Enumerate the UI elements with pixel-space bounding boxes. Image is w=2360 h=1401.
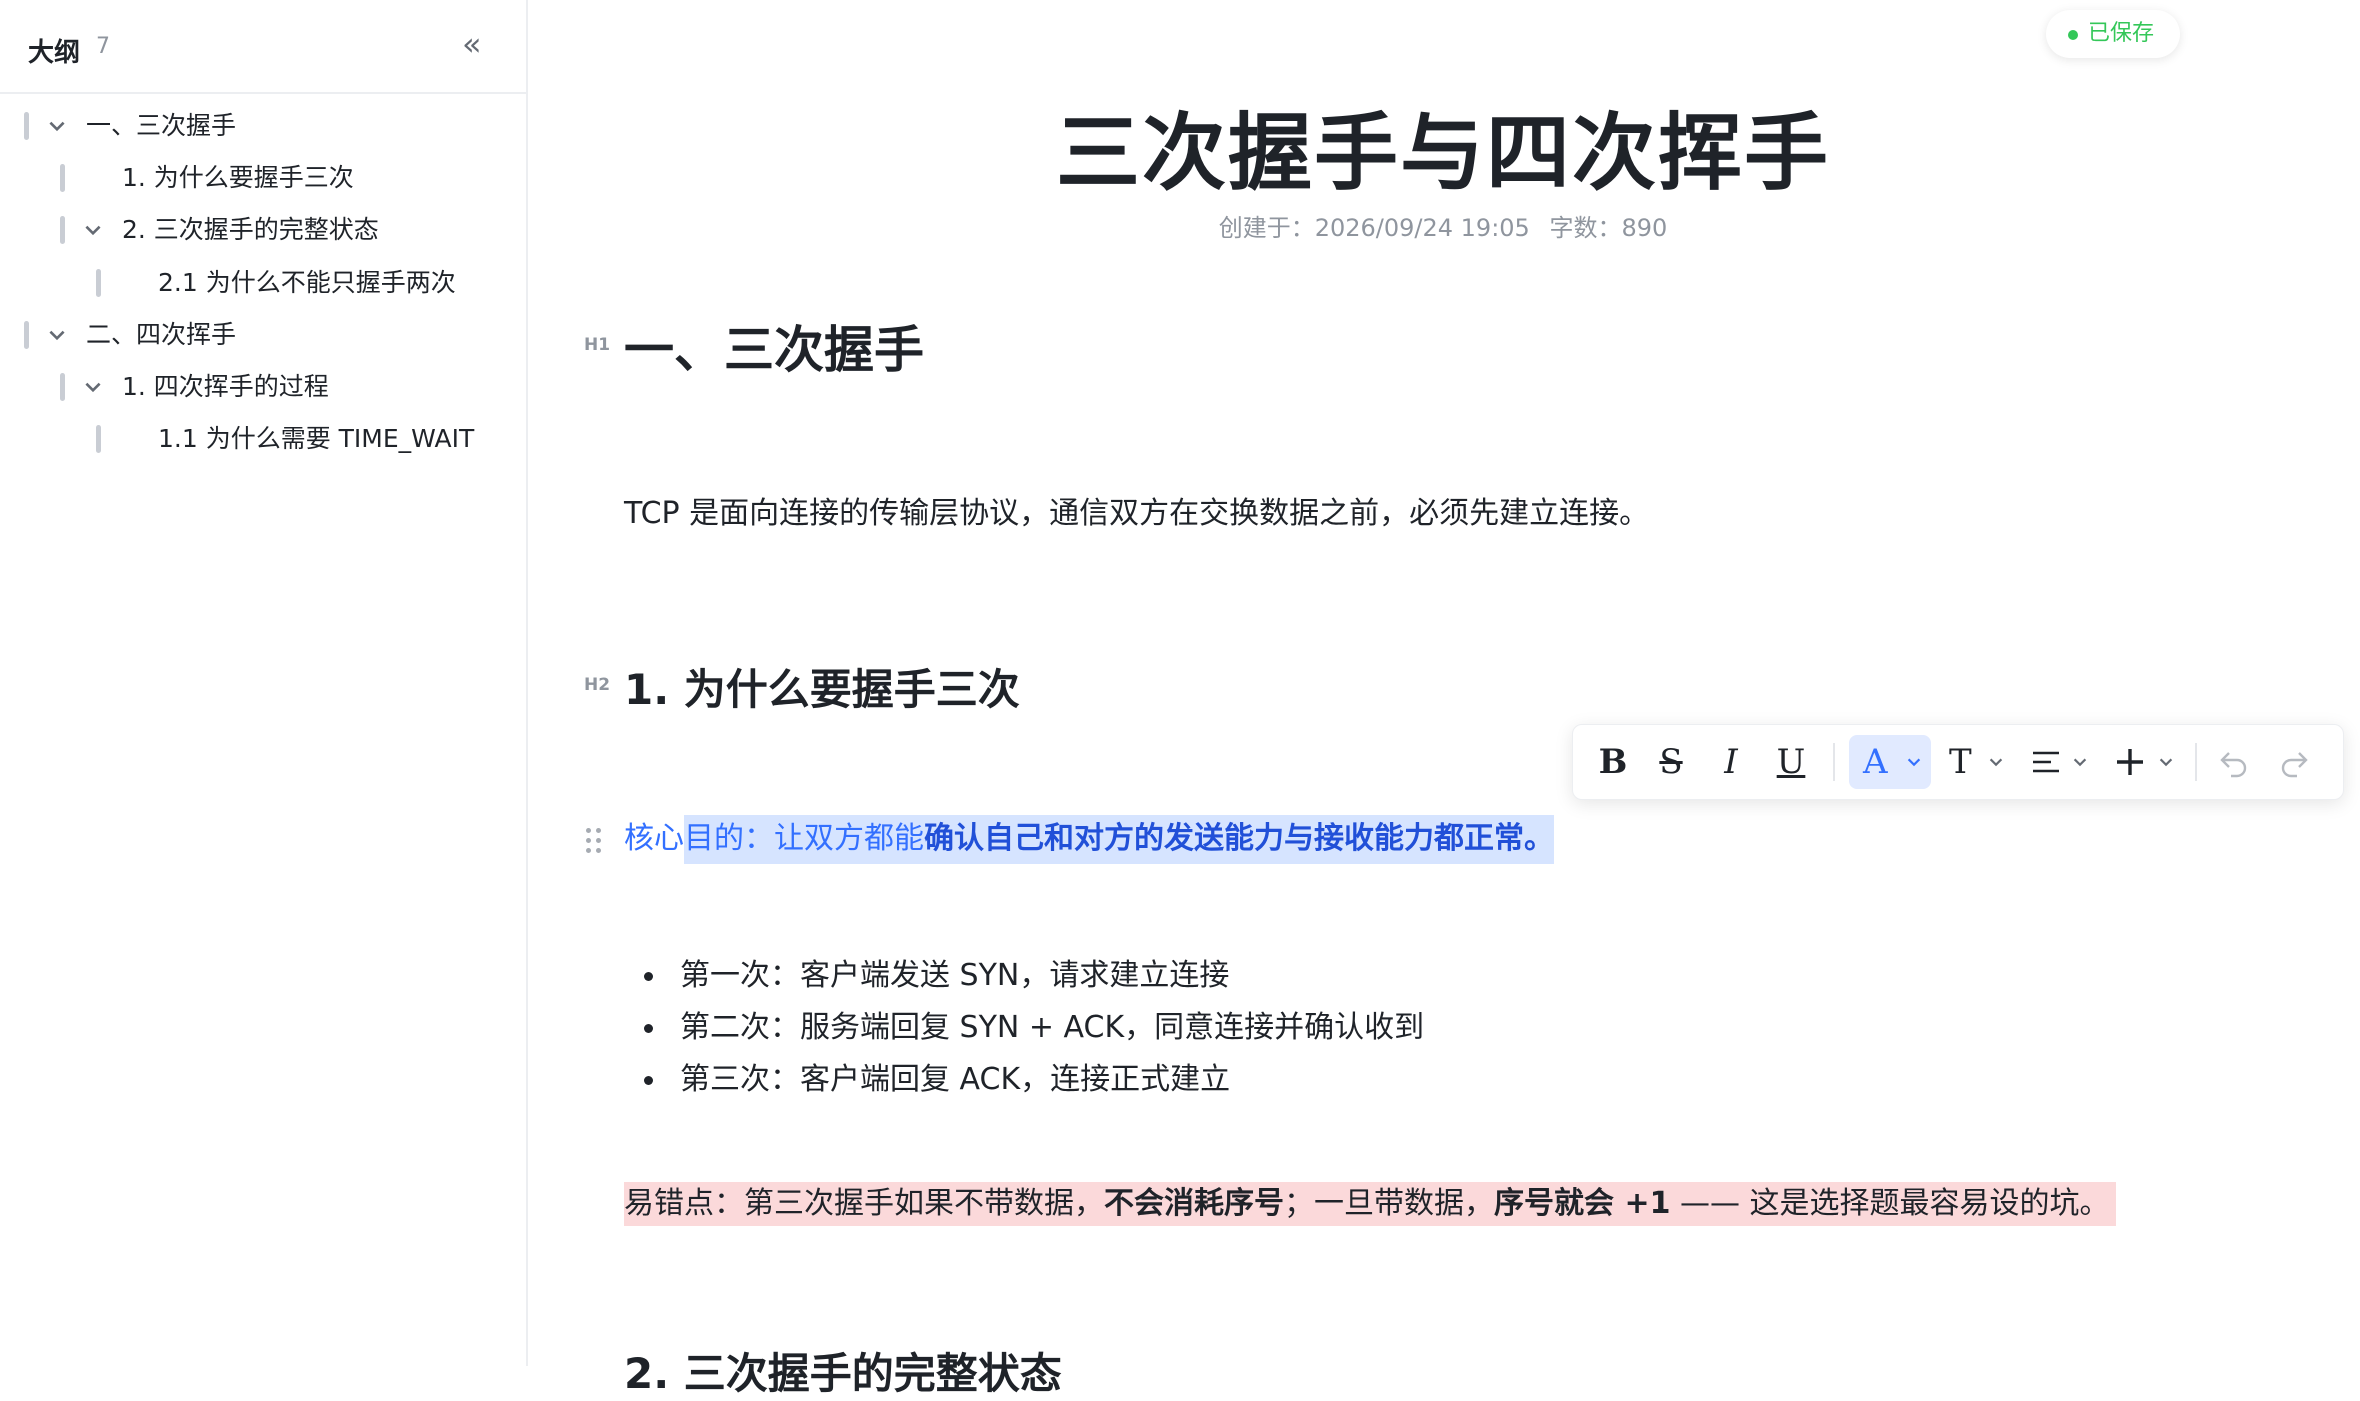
text-color-button[interactable]: A [1849,735,1931,789]
heading-level-tag: H1 [584,335,611,355]
saved-status-text: 已保存 [2088,21,2155,46]
warn-text: —— 这是选择题最容易设的坑。 [1670,1186,2110,1221]
plus-icon [2117,749,2143,775]
outline-item-label: 2. 三次握手的完整状态 [122,215,379,244]
redo-button[interactable] [2269,735,2319,789]
outline-level-bar [24,112,29,140]
outline-item[interactable]: 1. 为什么要握手三次 [0,156,500,200]
outline-level-bar [60,216,65,244]
outline-sidebar: 大纲 7 « 一、三次握手 1. 为什么要握手三次 2. 三次握手的完整状态 2… [0,0,528,1366]
chevron-down-icon[interactable] [82,208,106,257]
chevron-down-icon [1907,758,1921,767]
word-count: 字数：890 [1549,214,1668,242]
collapse-sidebar-icon[interactable]: « [462,28,482,60]
core-purpose-paragraph[interactable]: 核心目的：让双方都能确认自己和对方的发送能力与接收能力都正常。 [624,814,1554,864]
outline-item[interactable]: 1. 四次挥手的过程 [0,365,500,409]
undo-button[interactable] [2209,735,2259,789]
highlighted-warning-paragraph[interactable]: 易错点：第三次握手如果不带数据，不会消耗序号；一旦带数据，序号就会 +1 —— … [624,1182,2116,1226]
text-selection: 目的：让双方都能确认自己和对方的发送能力与接收能力都正常。 [684,815,1554,864]
outline-item[interactable]: 二、四次挥手 [0,313,500,357]
outline-title: 大纲 [28,38,81,68]
bold-button[interactable]: B [1587,735,1639,789]
outline-item-label: 1. 四次挥手的过程 [122,372,329,401]
warn-text: ；一旦带数据， [1284,1186,1494,1221]
outline-item[interactable]: 2. 三次握手的完整状态 [0,208,500,252]
outline-item-label: 一、三次握手 [86,111,237,140]
undo-icon [2220,752,2247,778]
text-style-button[interactable]: T [1943,735,2009,789]
italic-button[interactable]: I [1705,735,1757,789]
list-item[interactable]: 第一次：客户端发送 SYN，请求建立连接 [644,950,1424,1002]
italic-icon: I [1724,742,1738,782]
insert-button[interactable] [2109,735,2181,789]
drag-handle-icon[interactable] [584,826,606,856]
redo-icon [2281,752,2308,778]
outline-level-bar [24,321,29,349]
chevron-down-icon [1989,758,2003,767]
outline-item-label: 2.1 为什么不能只握手两次 [158,268,456,297]
strikethrough-icon: S [1659,742,1683,782]
toolbar-divider [1833,743,1835,781]
heading-level-tag: H2 [584,675,611,695]
outline-item[interactable]: 2.1 为什么不能只握手两次 [0,261,500,305]
document-title[interactable]: 三次握手与四次挥手 [526,86,2360,207]
chevron-down-icon[interactable] [46,313,70,362]
text-color-icon: A [1863,742,1888,782]
saved-dot-icon [2068,30,2078,40]
outline-level-bar [60,164,65,192]
outline-level-bar [96,269,101,297]
strikethrough-button[interactable]: S [1645,735,1697,789]
warn-text: 易错点：第三次握手如果不带数据， [624,1186,1104,1221]
bold-icon: B [1598,742,1628,782]
outline-item[interactable]: 1.1 为什么需要 TIME_WAIT [0,417,500,461]
document-meta: 创建于：2026/09/24 19:05 字数：890 [526,208,2360,243]
align-icon [2033,751,2059,773]
saved-status-badge: 已保存 [2046,10,2180,58]
chevron-down-icon [2159,758,2173,767]
align-button[interactable] [2025,735,2095,789]
core-selected-bold-text: 确认自己和对方的发送能力与接收能力都正常。 [924,821,1554,856]
list-item[interactable]: 第三次：客户端回复 ACK，连接正式建立 [644,1054,1424,1106]
warn-bold-text: 不会消耗序号 [1104,1186,1284,1221]
paragraph-intro[interactable]: TCP 是面向连接的传输层协议，通信双方在交换数据之前，必须先建立连接。 [624,488,1649,532]
core-prefix-text: 核心 [624,821,684,856]
heading-2[interactable]: 1. 为什么要握手三次 [624,656,1020,717]
core-selected-text: 目的：让双方都能 [684,821,924,856]
outline-level-bar [60,373,65,401]
chevron-down-icon [2073,758,2087,767]
bullet-list: 第一次：客户端发送 SYN，请求建立连接 第二次：服务端回复 SYN + ACK… [644,950,1424,1106]
chevron-down-icon[interactable] [46,104,70,153]
list-item[interactable]: 第二次：服务端回复 SYN + ACK，同意连接并确认收到 [644,1002,1424,1054]
heading-2-next[interactable]: 2. 三次握手的完整状态 [624,1340,1062,1401]
outline-item-label: 1. 为什么要握手三次 [122,163,354,192]
chevron-down-icon[interactable] [82,365,106,414]
outline-item-label: 二、四次挥手 [86,320,237,349]
toolbar-divider [2195,743,2197,781]
outline-item-label: 1.1 为什么需要 TIME_WAIT [158,424,475,453]
text-style-icon: T [1949,742,1972,782]
underline-button[interactable]: U [1765,735,1817,789]
format-toolbar: B S I U A T [1572,724,2344,800]
created-date: 创建于：2026/09/24 19:05 [1218,214,1530,242]
underline-icon: U [1776,742,1806,782]
warn-bold-text: 序号就会 +1 [1494,1186,1671,1221]
outline-header: 大纲 7 « [0,0,526,94]
outline-count: 7 [96,34,110,59]
heading-1[interactable]: 一、三次握手 [624,310,924,382]
outline-item[interactable]: 一、三次握手 [0,104,500,148]
outline-level-bar [96,425,101,453]
